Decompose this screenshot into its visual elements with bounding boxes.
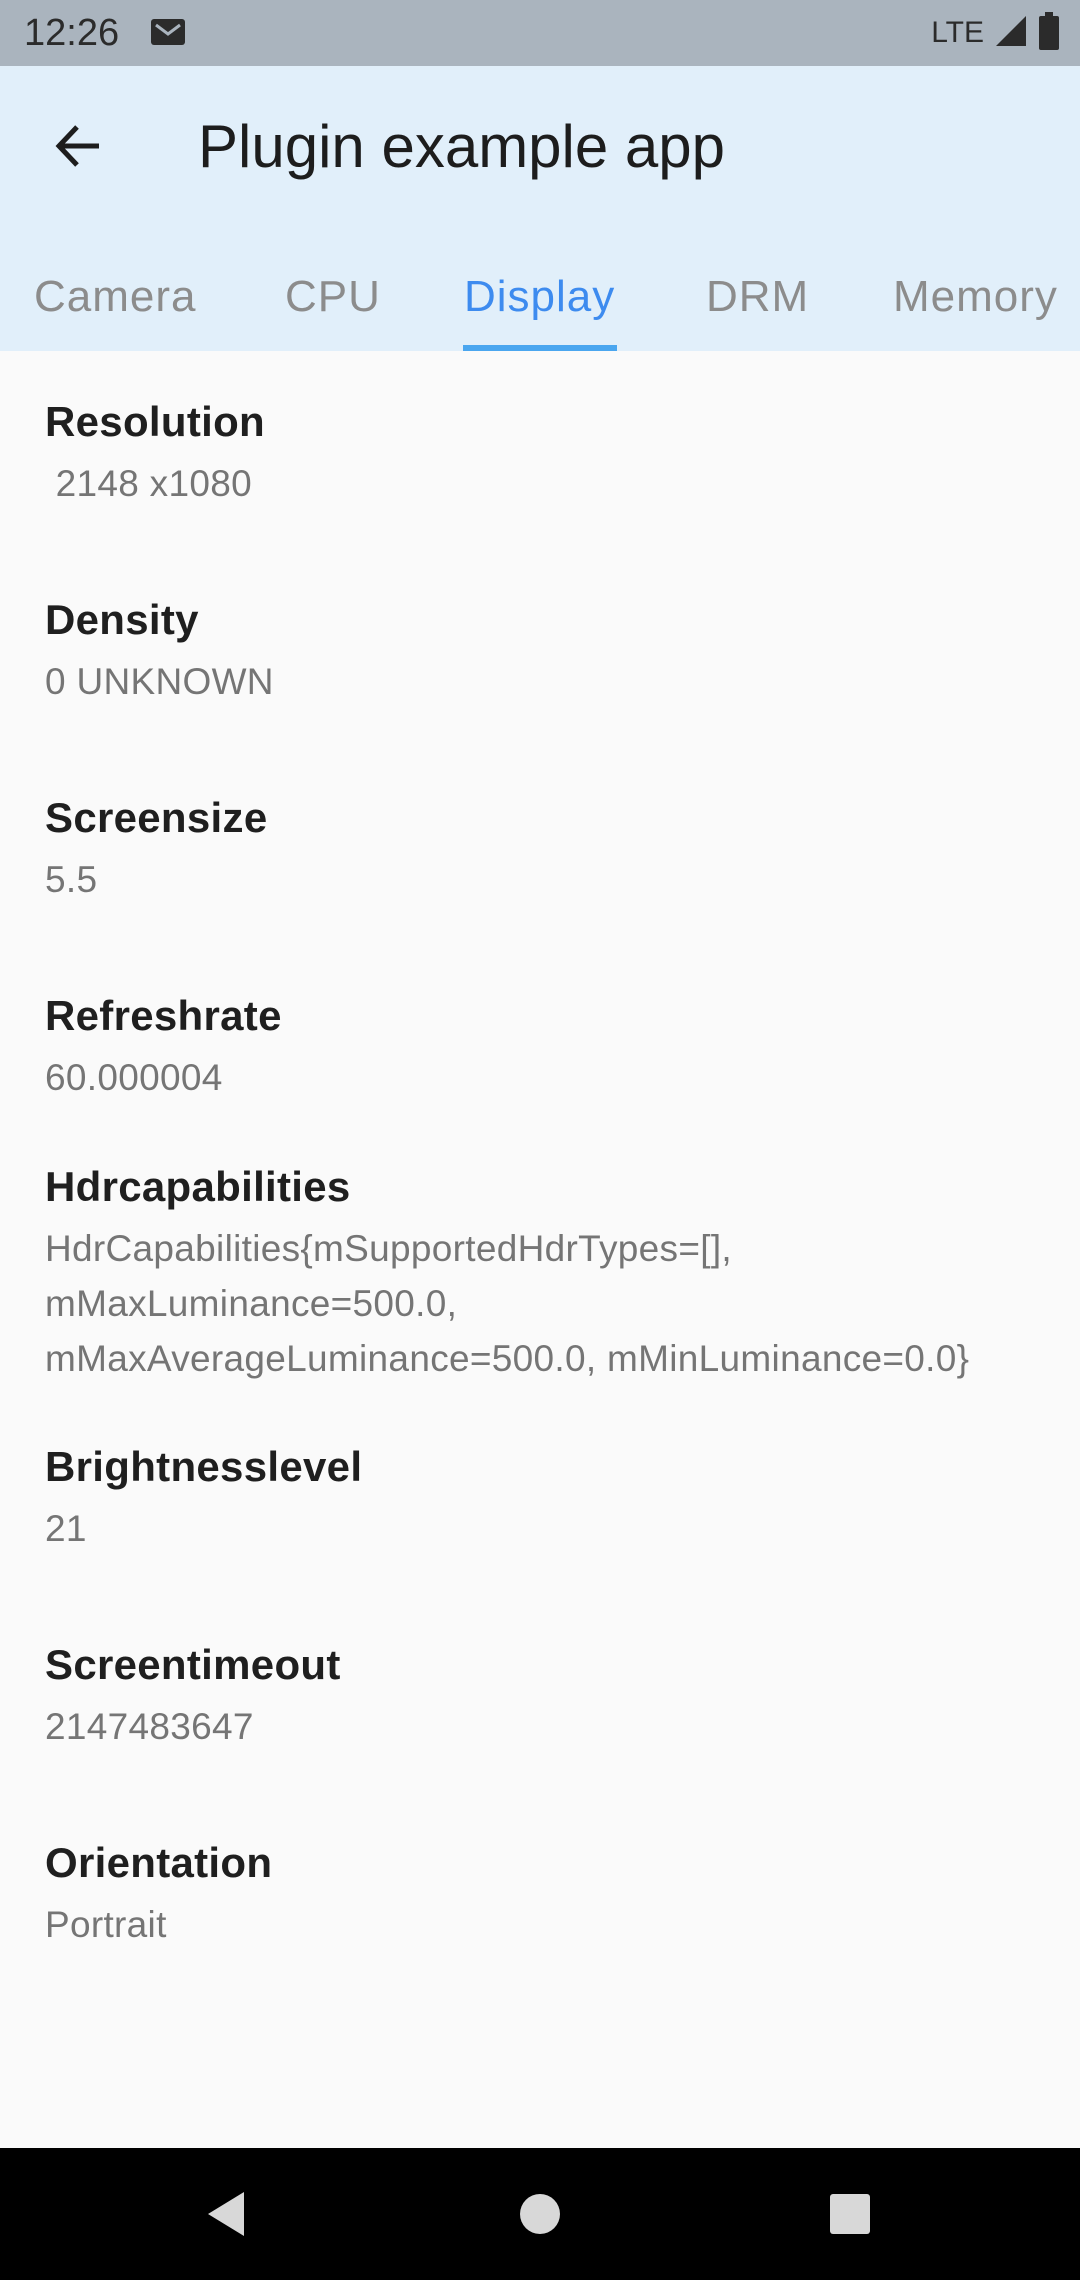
item-value: 0 UNKNOWN — [45, 661, 274, 702]
list-item-orientation: Orientation Portrait — [45, 1835, 1055, 1952]
item-label: Screentimeout — [45, 1641, 341, 1688]
item-value-line: mMaxAverageLuminance=500.0, mMinLuminanc… — [45, 1338, 970, 1379]
list-item-screentimeout: Screentimeout 2147483647 — [45, 1637, 1055, 1754]
system-nav-bar — [0, 2148, 1080, 2280]
tab-indicator — [463, 345, 617, 351]
list-item-resolution: Resolution 2148 x1080 — [45, 394, 1055, 511]
item-value: 60.000004 — [45, 1057, 223, 1098]
app-bar: Plugin example app Camera CPU Display DR… — [0, 66, 1080, 351]
signal-icon — [994, 14, 1028, 53]
battery-icon — [1038, 11, 1060, 55]
item-value: 5.5 — [45, 859, 98, 900]
tab-cpu[interactable]: CPU — [285, 252, 381, 348]
back-button[interactable] — [38, 108, 118, 188]
tab-memory[interactable]: Memory — [893, 252, 1058, 348]
item-label: Density — [45, 596, 199, 643]
list-item-hdrcapabilities: Hdrcapabilities HdrCapabilities{mSupport… — [45, 1159, 1055, 1386]
item-label: Hdrcapabilities — [45, 1163, 351, 1210]
tab-bar: Camera CPU Display DRM Memory — [0, 252, 1080, 351]
item-value-line: HdrCapabilities{mSupportedHdrTypes=[], — [45, 1228, 732, 1269]
status-bar: 12:26 LTE — [0, 0, 1080, 66]
arrow-back-icon — [53, 121, 103, 176]
item-value: 21 — [45, 1508, 87, 1549]
item-value: 2148 x1080 — [45, 463, 252, 504]
item-label: Resolution — [45, 398, 265, 445]
nav-recents-icon[interactable] — [820, 2184, 880, 2244]
tab-camera[interactable]: Camera — [34, 252, 197, 348]
list-item-brightnesslevel: Brightnesslevel 21 — [45, 1439, 1055, 1556]
page-title: Plugin example app — [198, 113, 726, 180]
item-label: Orientation — [45, 1839, 273, 1886]
item-value: HdrCapabilities{mSupportedHdrTypes=[], m… — [45, 1221, 1055, 1386]
nav-home-icon[interactable] — [510, 2184, 570, 2244]
status-time: 12:26 — [24, 12, 120, 54]
item-label: Refreshrate — [45, 992, 282, 1039]
item-label: Brightnesslevel — [45, 1443, 363, 1490]
status-icons: LTE — [931, 10, 1060, 56]
item-value: Portrait — [45, 1904, 167, 1945]
item-value: 2147483647 — [45, 1706, 254, 1747]
list-item-density: Density 0 UNKNOWN — [45, 592, 1055, 709]
list-item-screensize: Screensize 5.5 — [45, 790, 1055, 907]
mail-icon — [150, 18, 186, 46]
tab-drm[interactable]: DRM — [706, 252, 809, 348]
screen: 12:26 LTE Plugin example app Camera CPU … — [0, 0, 1080, 2280]
network-type: LTE — [931, 16, 984, 49]
item-value-line: mMaxLuminance=500.0, — [45, 1283, 458, 1324]
list-item-refreshrate: Refreshrate 60.000004 — [45, 988, 1055, 1105]
tab-display[interactable]: Display — [464, 252, 615, 348]
item-label: Screensize — [45, 794, 268, 841]
nav-back-icon[interactable] — [196, 2184, 256, 2244]
